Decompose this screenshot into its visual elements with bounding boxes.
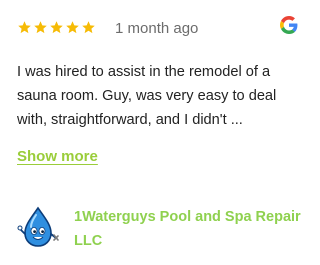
review-time: 1 month ago [115,20,199,37]
star-icon [17,20,32,35]
star-icon [49,20,64,35]
star-icon [81,20,96,35]
star-rating [17,20,96,35]
star-icon [33,20,48,35]
google-icon [280,16,298,34]
review-card: 1 month ago I was hired to assist in the… [0,0,319,265]
star-icon [65,20,80,35]
show-more-link[interactable]: Show more [17,148,98,166]
review-text: I was hired to assist in the remodel of … [17,64,277,128]
business-name-link[interactable]: 1Waterguys Pool and Spa Repair LLC [74,205,304,253]
water-drop-mascot-icon [16,205,60,249]
